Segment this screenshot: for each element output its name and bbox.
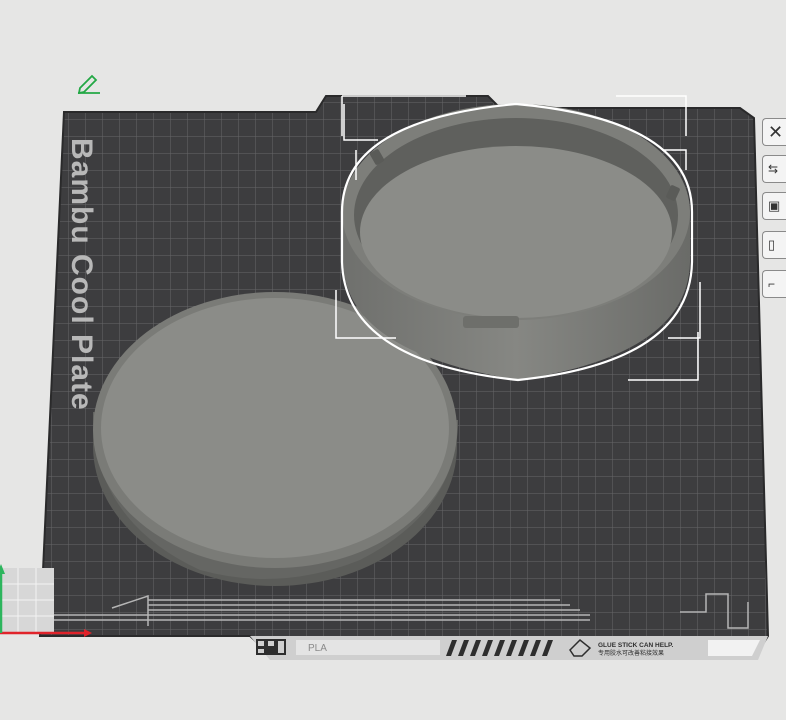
glue-notice-line1: GLUE STICK CAN HELP. xyxy=(598,642,674,649)
auto-arrange-icon: ⇆ xyxy=(768,162,779,176)
plate-settings-button[interactable]: ▯ xyxy=(762,231,786,259)
orient-button[interactable]: ▣ xyxy=(762,192,786,220)
close-x-icon: ✕ xyxy=(768,122,784,142)
build-plate-scene: Bambu Cool Plate PLA GLUE STICK CAN HELP… xyxy=(0,95,770,660)
lock-button[interactable]: ⌐ xyxy=(762,270,786,298)
plate-settings-icon: ▯ xyxy=(768,237,776,252)
filament-type-label: PLA xyxy=(308,643,327,654)
plate-brand-text: Bambu Cool Plate xyxy=(65,138,98,411)
cup-notch xyxy=(463,316,519,328)
plate-label-strip: PLA GLUE STICK CAN HELP. 专用胶水可改善粘接效果 xyxy=(250,636,768,660)
orient-icon: ▣ xyxy=(768,198,781,213)
auto-arrange-button[interactable]: ⇆ xyxy=(762,155,786,183)
glue-notice-line2: 专用胶水可改善粘接效果 xyxy=(598,649,664,657)
edit-pencil-icon[interactable] xyxy=(76,72,102,94)
3d-viewport[interactable]: Bambu Cool Plate PLA GLUE STICK CAN HELP… xyxy=(0,0,786,715)
lock-icon: ⌐ xyxy=(768,277,776,291)
close-button[interactable]: ✕ xyxy=(762,118,786,146)
